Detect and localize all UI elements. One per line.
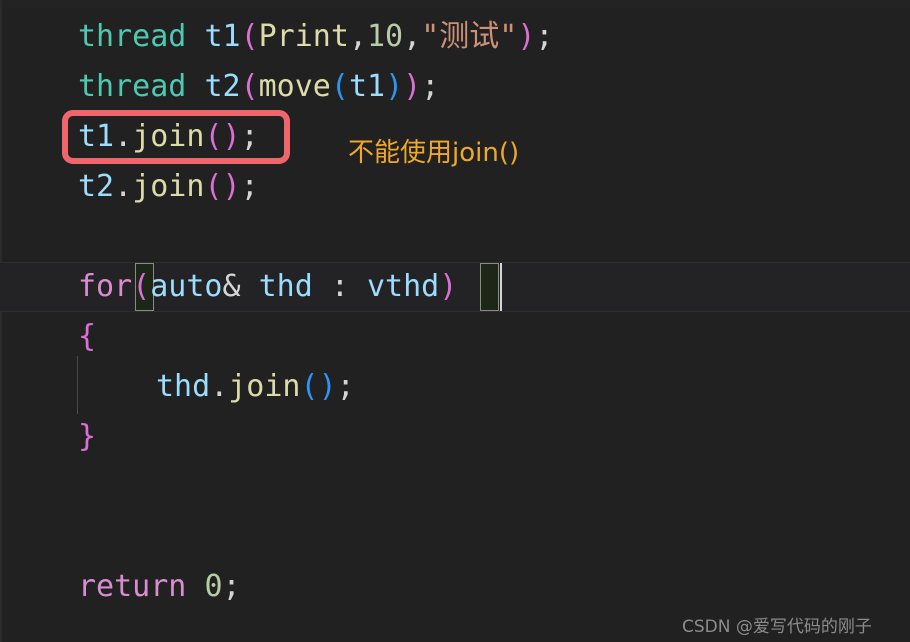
code-token: ; bbox=[222, 569, 241, 604]
code-token: } bbox=[78, 419, 97, 454]
line-thd-join[interactable]: thd.join(); bbox=[0, 362, 910, 412]
code-token: 10 bbox=[367, 19, 404, 54]
code-token: ; bbox=[240, 169, 259, 204]
code-token: thd bbox=[258, 269, 313, 304]
line-thread-t1[interactable]: thread t1(Print,10,"测试"); bbox=[0, 12, 910, 62]
code-token: ; bbox=[421, 69, 440, 104]
code-token: : bbox=[330, 269, 349, 304]
code-token: . bbox=[210, 369, 229, 404]
code-token: ( bbox=[204, 119, 223, 154]
code-token: { bbox=[78, 319, 97, 354]
code-token: t1 bbox=[348, 69, 386, 104]
code-token: ( bbox=[240, 19, 259, 54]
code-token: ) bbox=[385, 69, 404, 104]
code-token: ) bbox=[517, 19, 536, 54]
code-token: thd bbox=[156, 369, 211, 404]
code-token: ) bbox=[403, 69, 422, 104]
code-token: ( bbox=[132, 269, 151, 304]
code-token: 0 bbox=[204, 569, 223, 604]
code-token: ; bbox=[336, 369, 355, 404]
code-token: join bbox=[228, 369, 301, 404]
line-for[interactable]: for(auto& thd : vthd) bbox=[0, 262, 910, 312]
code-token: auto bbox=[150, 269, 223, 304]
code-token: ( bbox=[240, 69, 259, 104]
code-token: ) bbox=[222, 119, 241, 154]
code-token: Print bbox=[258, 19, 349, 54]
code-token: vthd bbox=[367, 269, 440, 304]
line-thread-t2[interactable]: thread t2(move(t1)); bbox=[0, 62, 910, 112]
code-token: t1 bbox=[78, 119, 115, 154]
csdn-watermark: CSDN @爱写代码的刚子 bbox=[682, 617, 872, 637]
code-token: ( bbox=[330, 69, 349, 104]
code-token: ( bbox=[300, 369, 319, 404]
line-open-brace[interactable]: { bbox=[0, 312, 910, 362]
line-return[interactable]: return 0; bbox=[0, 562, 910, 612]
annotation-note: 不能使用join() bbox=[348, 138, 520, 168]
code-token: . bbox=[114, 169, 133, 204]
code-token: ) bbox=[318, 369, 337, 404]
line-t2-join[interactable]: t2.join(); bbox=[0, 162, 910, 212]
code-token: "测试" bbox=[421, 19, 518, 54]
code-token: thread bbox=[78, 69, 187, 104]
code-token: join bbox=[132, 169, 205, 204]
code-editor-screenshot: thread t1(Print,10,"测试"); thread t2(move(… bbox=[0, 0, 910, 642]
code-token: t1 bbox=[204, 19, 241, 54]
line-close-brace[interactable]: } bbox=[0, 412, 910, 462]
code-token: ) bbox=[222, 169, 241, 204]
code-token: for bbox=[78, 269, 133, 304]
code-token: . bbox=[114, 119, 133, 154]
code-token: , bbox=[348, 19, 367, 54]
code-token: t2 bbox=[204, 69, 241, 104]
code-token: ; bbox=[240, 119, 259, 154]
code-token: t2 bbox=[78, 169, 115, 204]
code-token: return bbox=[78, 569, 187, 604]
text-cursor-caret bbox=[500, 263, 502, 311]
code-token: , bbox=[403, 19, 422, 54]
code-token: ( bbox=[204, 169, 223, 204]
code-token: move bbox=[258, 69, 331, 104]
code-token: & bbox=[222, 269, 241, 304]
code-token: join bbox=[132, 119, 205, 154]
code-token: ) bbox=[439, 269, 458, 304]
code-text-layer[interactable]: thread t1(Print,10,"测试"); thread t2(move(… bbox=[0, 0, 910, 642]
code-token: ; bbox=[535, 19, 554, 54]
code-token: thread bbox=[78, 19, 187, 54]
